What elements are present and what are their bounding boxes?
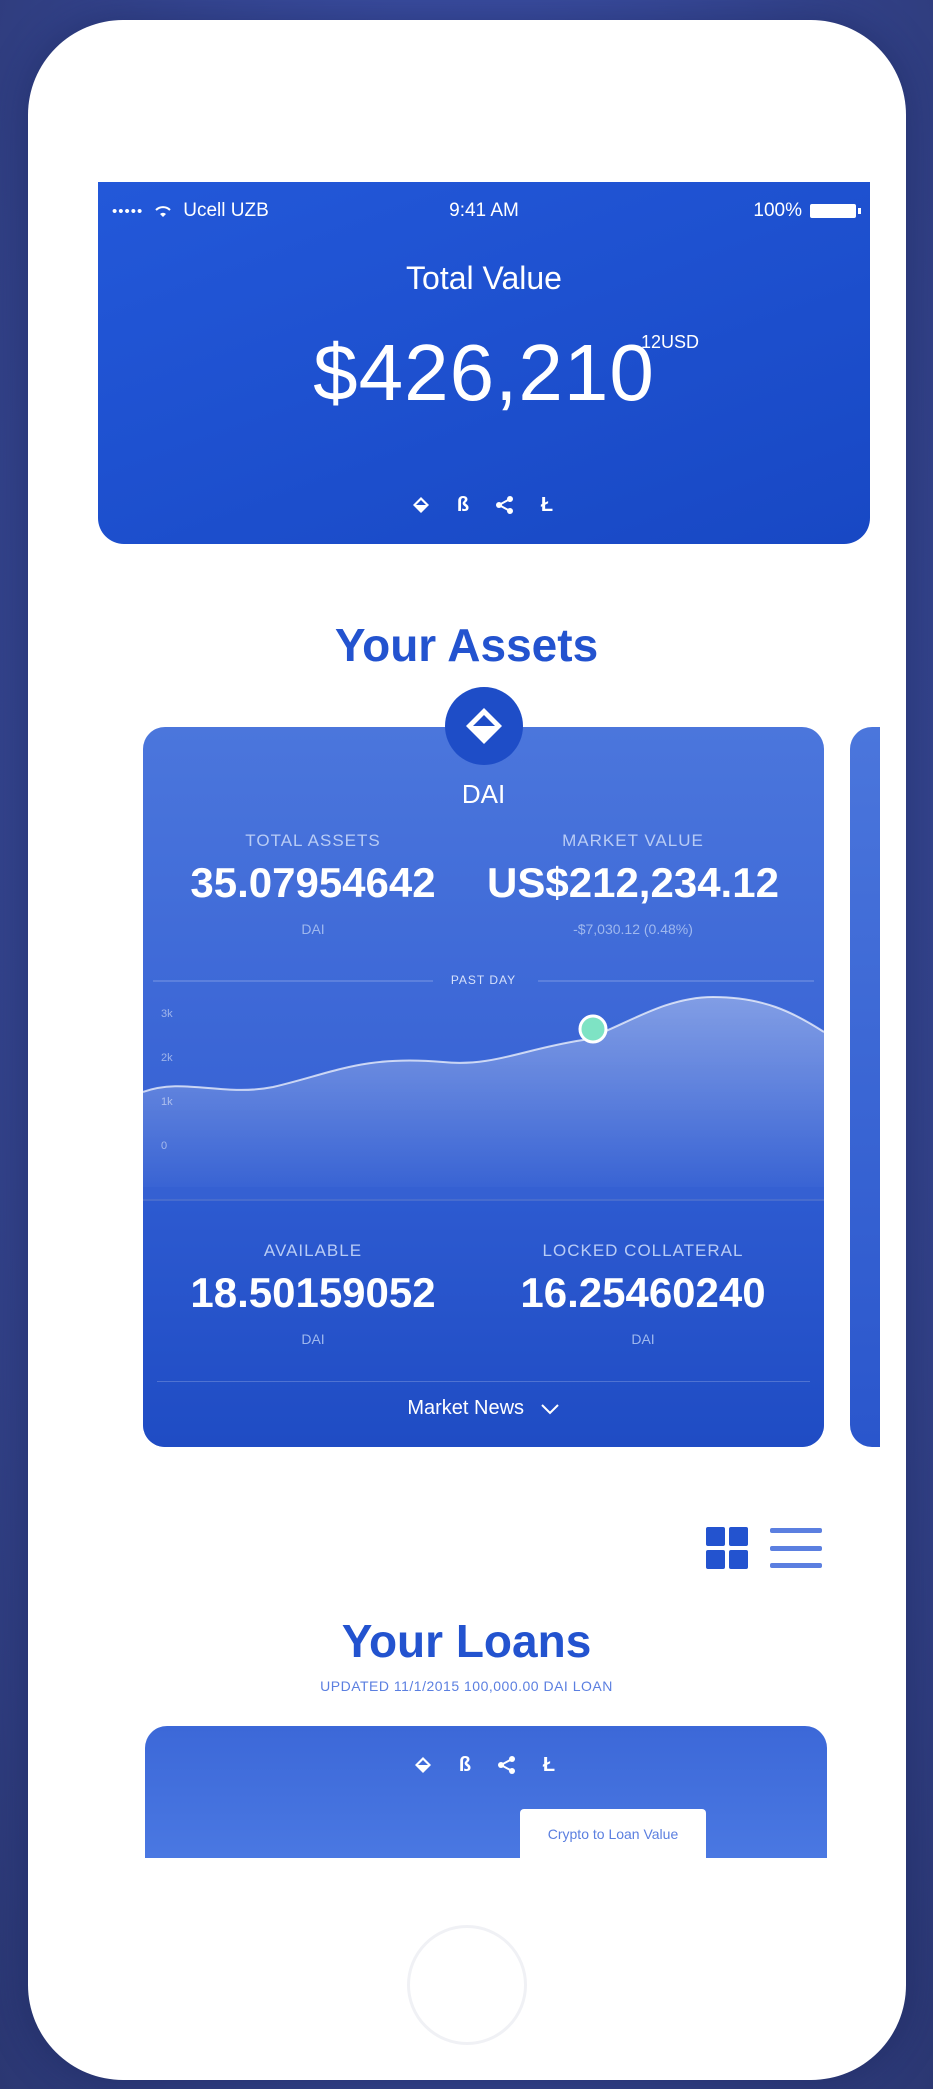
available-label: AVAILABLE <box>263 1241 363 1260</box>
total-assets-unit: DAI <box>301 921 325 937</box>
ripple-icon[interactable] <box>494 494 516 516</box>
coin-icons: ß Ł <box>98 494 870 516</box>
total-assets-stat: TOTAL ASSETS 35.07954642 DAI <box>183 831 443 937</box>
available-value: 18.50159052 <box>190 1269 436 1316</box>
loan-coin-icons: ß Ł <box>145 1754 827 1776</box>
next-asset-card-peek[interactable] <box>850 727 880 1447</box>
market-news-toggle[interactable]: Market News <box>143 1397 824 1420</box>
loans-updated-label: UPDATED 11/1/2015 100,000.00 DAI LOAN <box>320 1678 613 1694</box>
available-stat: AVAILABLE 18.50159052 DAI <box>183 1241 443 1347</box>
chevron-down-icon <box>540 1404 559 1415</box>
total-assets-label: TOTAL ASSETS <box>245 831 381 850</box>
market-news-label: Market News <box>407 1397 525 1419</box>
asset-name: DAI <box>461 779 506 809</box>
chart-area-fill <box>143 997 824 1187</box>
market-value-label: MARKET VALUE <box>562 831 704 850</box>
crypto-to-loan-tab[interactable]: Crypto to Loan Value <box>520 1809 706 1858</box>
footer-divider <box>157 1381 810 1382</box>
dai-badge <box>444 687 523 765</box>
home-button[interactable] <box>407 1925 527 2045</box>
chart-current-point[interactable] <box>578 1014 608 1044</box>
locked-collateral-unit: DAI <box>631 1331 655 1347</box>
asset-card-footer: AVAILABLE 18.50159052 DAI LOCKED COLLATE… <box>143 1199 824 1447</box>
locked-collateral-label: LOCKED COLLATERAL <box>542 1241 744 1260</box>
dai-icon[interactable] <box>412 1754 434 1776</box>
bitcoin-icon[interactable]: ß <box>452 494 474 516</box>
status-bar: ••••• Ucell UZB 9:41 AM 100% <box>112 200 861 230</box>
market-value-change: -$7,030.12 (0.48%) <box>573 921 693 937</box>
list-view-icon[interactable] <box>770 1528 822 1568</box>
total-value-title: Total Value <box>406 260 562 296</box>
grid-view-icon[interactable] <box>706 1527 748 1569</box>
total-value-cents: .12USD <box>636 332 700 352</box>
litecoin-icon[interactable]: Ł <box>536 494 558 516</box>
chart-period-label: PAST DAY <box>450 973 517 987</box>
loan-card[interactable]: ß Ł Crypto to Loan Value <box>145 1726 827 1858</box>
chart-y-tick: 0 <box>161 1140 167 1152</box>
locked-collateral-value: 16.25460240 <box>520 1269 766 1316</box>
total-assets-value: 35.07954642 <box>190 859 436 906</box>
asset-card-dai[interactable]: DAI TOTAL ASSETS 35.07954642 DAI MARKET … <box>143 687 824 1447</box>
dai-icon <box>465 708 502 744</box>
bitcoin-icon[interactable]: ß <box>454 1754 476 1776</box>
available-unit: DAI <box>301 1331 325 1347</box>
past-day-chart[interactable]: 3k 2k 1k 0 <box>143 977 824 1187</box>
total-value-header: ••••• Ucell UZB 9:41 AM 100% Total Value… <box>98 182 870 544</box>
loans-section-title: Your Loans <box>341 1615 592 1667</box>
chart-y-tick: 2k <box>161 1052 173 1064</box>
total-value-amount: $426,210 <box>313 328 655 417</box>
locked-collateral-stat: LOCKED COLLATERAL 16.25460240 DAI <box>503 1241 783 1347</box>
status-time: 9:41 AM <box>449 200 519 221</box>
battery-icon <box>810 204 861 218</box>
battery-label: 100% <box>753 200 802 221</box>
dai-icon[interactable] <box>410 494 432 516</box>
assets-section-title: Your Assets <box>334 619 599 671</box>
ripple-icon[interactable] <box>496 1754 518 1776</box>
litecoin-icon[interactable]: Ł <box>538 1754 560 1776</box>
chart-y-tick: 3k <box>161 1008 173 1020</box>
market-value-stat: MARKET VALUE US$212,234.12 -$7,030.12 (0… <box>473 831 793 937</box>
view-toggles <box>706 1527 822 1569</box>
market-value-value: US$212,234.12 <box>487 859 779 906</box>
chart-y-tick: 1k <box>161 1096 173 1108</box>
